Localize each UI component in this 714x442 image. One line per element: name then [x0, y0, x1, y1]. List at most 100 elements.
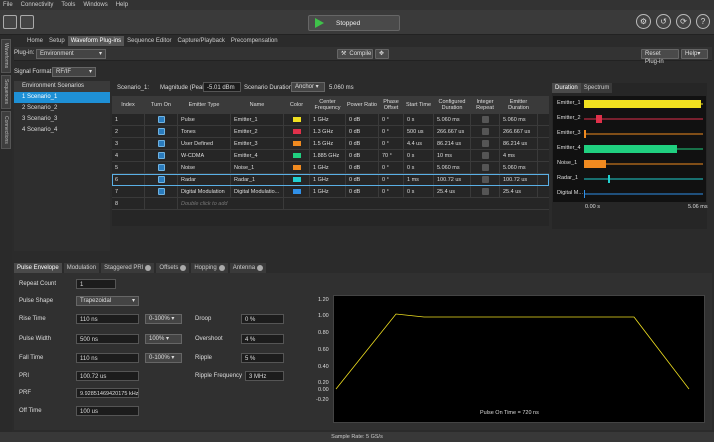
cell-start-time[interactable]: 0 s — [404, 150, 434, 161]
help-icon[interactable]: ? — [696, 14, 710, 29]
cell-name[interactable]: Digital Modulatio... — [231, 186, 284, 197]
color-swatch[interactable] — [293, 177, 301, 182]
cell-configured-duration[interactable]: 100.72 us — [434, 174, 471, 185]
open-folder-icon[interactable] — [3, 15, 17, 29]
color-swatch[interactable] — [293, 165, 301, 170]
add-emitter-row[interactable]: 8 Double click to add — [112, 198, 549, 210]
reset-plugin-button[interactable]: Reset Plug-in — [641, 49, 679, 65]
cell-power-ratio[interactable]: 0 dB — [346, 150, 379, 161]
cell-name[interactable]: Emitter_3 — [231, 138, 284, 149]
cell-name[interactable]: Radar_1 — [231, 174, 284, 185]
cell-center-frequency[interactable]: 1.885 GHz — [310, 150, 346, 161]
fall-range-select[interactable]: 0-100% ▾ — [145, 353, 182, 363]
cell-power-ratio[interactable]: 0 dB — [346, 138, 379, 149]
prf-field[interactable]: 9.92851469420175 kHz — [76, 388, 139, 398]
color-swatch[interactable] — [293, 129, 301, 134]
checkbox-icon[interactable] — [157, 128, 165, 135]
cell-center-frequency[interactable]: 1 GHz — [310, 186, 346, 197]
compile-button[interactable]: ⚒ Compile — [337, 49, 373, 59]
overshoot-field[interactable]: 4 % — [241, 334, 284, 344]
checkbox-icon[interactable] — [481, 188, 489, 195]
help-button[interactable]: Help▾ — [681, 49, 708, 59]
menu-file[interactable]: File — [3, 2, 13, 8]
cell-phase-offset[interactable]: 0 ° — [379, 114, 404, 125]
tab-waveform-plugins[interactable]: Waveform Plug-ins — [67, 36, 125, 46]
cell-start-time[interactable]: 500 us — [404, 126, 434, 137]
cell-phase-offset[interactable]: 0 ° — [379, 126, 404, 137]
ripple-field[interactable]: 5 % — [241, 353, 284, 363]
cell-start-time[interactable]: 1 ms — [404, 174, 434, 185]
droop-field[interactable]: 0 % — [241, 314, 284, 324]
rise-time-field[interactable]: 110 ns — [76, 314, 139, 324]
checkbox-icon[interactable] — [481, 164, 489, 171]
cell-phase-offset[interactable]: 70 ° — [379, 150, 404, 161]
cell-name[interactable]: Emitter_1 — [231, 114, 284, 125]
cell-integer-repeat[interactable] — [471, 174, 500, 185]
table-row[interactable]: 4 W-CDMA Emitter_4 1.885 GHz 0 dB 70 ° 0 s 10 m… — [112, 150, 549, 162]
checkbox-icon[interactable] — [481, 176, 489, 183]
checkbox-icon[interactable] — [157, 152, 165, 159]
tab-spectrum[interactable]: Spectrum — [580, 83, 613, 93]
checkbox-icon[interactable] — [481, 128, 489, 135]
cell-start-time[interactable]: 0 s — [404, 162, 434, 173]
cell-integer-repeat[interactable] — [471, 138, 500, 149]
checkbox-icon[interactable] — [481, 140, 489, 147]
color-swatch[interactable] — [293, 117, 301, 122]
tab-capture-playback[interactable]: Capture/Playback — [175, 36, 228, 46]
tab-staggered-pri[interactable]: Staggered PRI — [101, 263, 155, 273]
cell-turn-on[interactable] — [145, 186, 178, 197]
checkbox-icon[interactable] — [157, 176, 165, 183]
cell-configured-duration[interactable]: 25.4 us — [434, 186, 471, 197]
cell-color[interactable] — [284, 174, 310, 185]
cell-color[interactable] — [284, 126, 310, 137]
side-tab-sequences[interactable]: Sequences — [1, 75, 11, 109]
tab-offsets[interactable]: Offsets — [156, 263, 190, 273]
cell-turn-on[interactable] — [145, 150, 178, 161]
signal-format-select[interactable]: RF/IF ▾ — [52, 67, 96, 77]
cell-configured-duration[interactable]: 266.667 us — [434, 126, 471, 137]
checkbox-icon[interactable] — [157, 188, 165, 195]
cell-power-ratio[interactable]: 0 dB — [346, 186, 379, 197]
cell-power-ratio[interactable]: 0 dB — [346, 162, 379, 173]
table-row[interactable]: 5 Noise Noise_1 1 GHz 0 dB 0 ° 0 s 5.060 ms 5.06… — [112, 162, 549, 174]
tab-precompensation[interactable]: Precompensation — [228, 36, 281, 46]
cell-phase-offset[interactable]: 0 ° — [379, 138, 404, 149]
tab-modulation[interactable]: Modulation — [63, 263, 100, 273]
add-hint[interactable]: Double click to add — [178, 198, 284, 209]
pulse-width-range-select[interactable]: 100% ▾ — [145, 334, 182, 344]
checkbox-icon[interactable] — [481, 152, 489, 159]
scenario-item-1[interactable]: 1 Scenario_1 — [14, 92, 110, 103]
cell-phase-offset[interactable]: 0 ° — [379, 174, 404, 185]
cell-integer-repeat[interactable] — [471, 162, 500, 173]
cell-color[interactable] — [284, 150, 310, 161]
anchor-select[interactable]: Anchor ▾ — [291, 82, 325, 92]
cell-turn-on[interactable] — [145, 126, 178, 137]
cell-integer-repeat[interactable] — [471, 150, 500, 161]
table-row[interactable]: 2 Tones Emitter_2 1.3 GHz 0 dB 0 ° 500 us 266.6… — [112, 126, 549, 138]
history-icon[interactable]: ↺ — [656, 14, 671, 29]
checkbox-icon[interactable] — [157, 116, 165, 123]
cell-center-frequency[interactable]: 1 GHz — [310, 174, 346, 185]
refresh-icon[interactable]: ⟳ — [676, 14, 691, 29]
cell-phase-offset[interactable]: 0 ° — [379, 186, 404, 197]
save-icon[interactable] — [20, 15, 34, 29]
repeat-count-field[interactable]: 1 — [76, 279, 116, 289]
table-row[interactable]: 1 Pulse Emitter_1 1 GHz 0 dB 0 ° 0 s 5.060 ms 5.… — [112, 114, 549, 126]
cell-color[interactable] — [284, 138, 310, 149]
tab-antenna[interactable]: Antenna — [229, 263, 267, 273]
cell-integer-repeat[interactable] — [471, 186, 500, 197]
cell-configured-duration[interactable]: 5.060 ms — [434, 162, 471, 173]
fall-time-field[interactable]: 110 ns — [76, 353, 139, 363]
scenario-item-2[interactable]: 2 Scenario_2 — [14, 103, 110, 114]
cell-turn-on[interactable] — [145, 174, 178, 185]
color-swatch[interactable] — [293, 153, 301, 158]
menu-windows[interactable]: Windows — [83, 2, 107, 8]
cell-phase-offset[interactable]: 0 ° — [379, 162, 404, 173]
tab-home[interactable]: Home — [24, 36, 46, 46]
pulse-width-field[interactable]: 500 ns — [76, 334, 139, 344]
table-row[interactable]: 7 Digital Modulation Digital Modulatio... 1… — [112, 186, 549, 198]
cell-integer-repeat[interactable] — [471, 126, 500, 137]
tab-sequence-editor[interactable]: Sequence Editor — [124, 36, 174, 46]
build-icon[interactable]: ✥ — [375, 49, 389, 59]
checkbox-icon[interactable] — [157, 164, 165, 171]
